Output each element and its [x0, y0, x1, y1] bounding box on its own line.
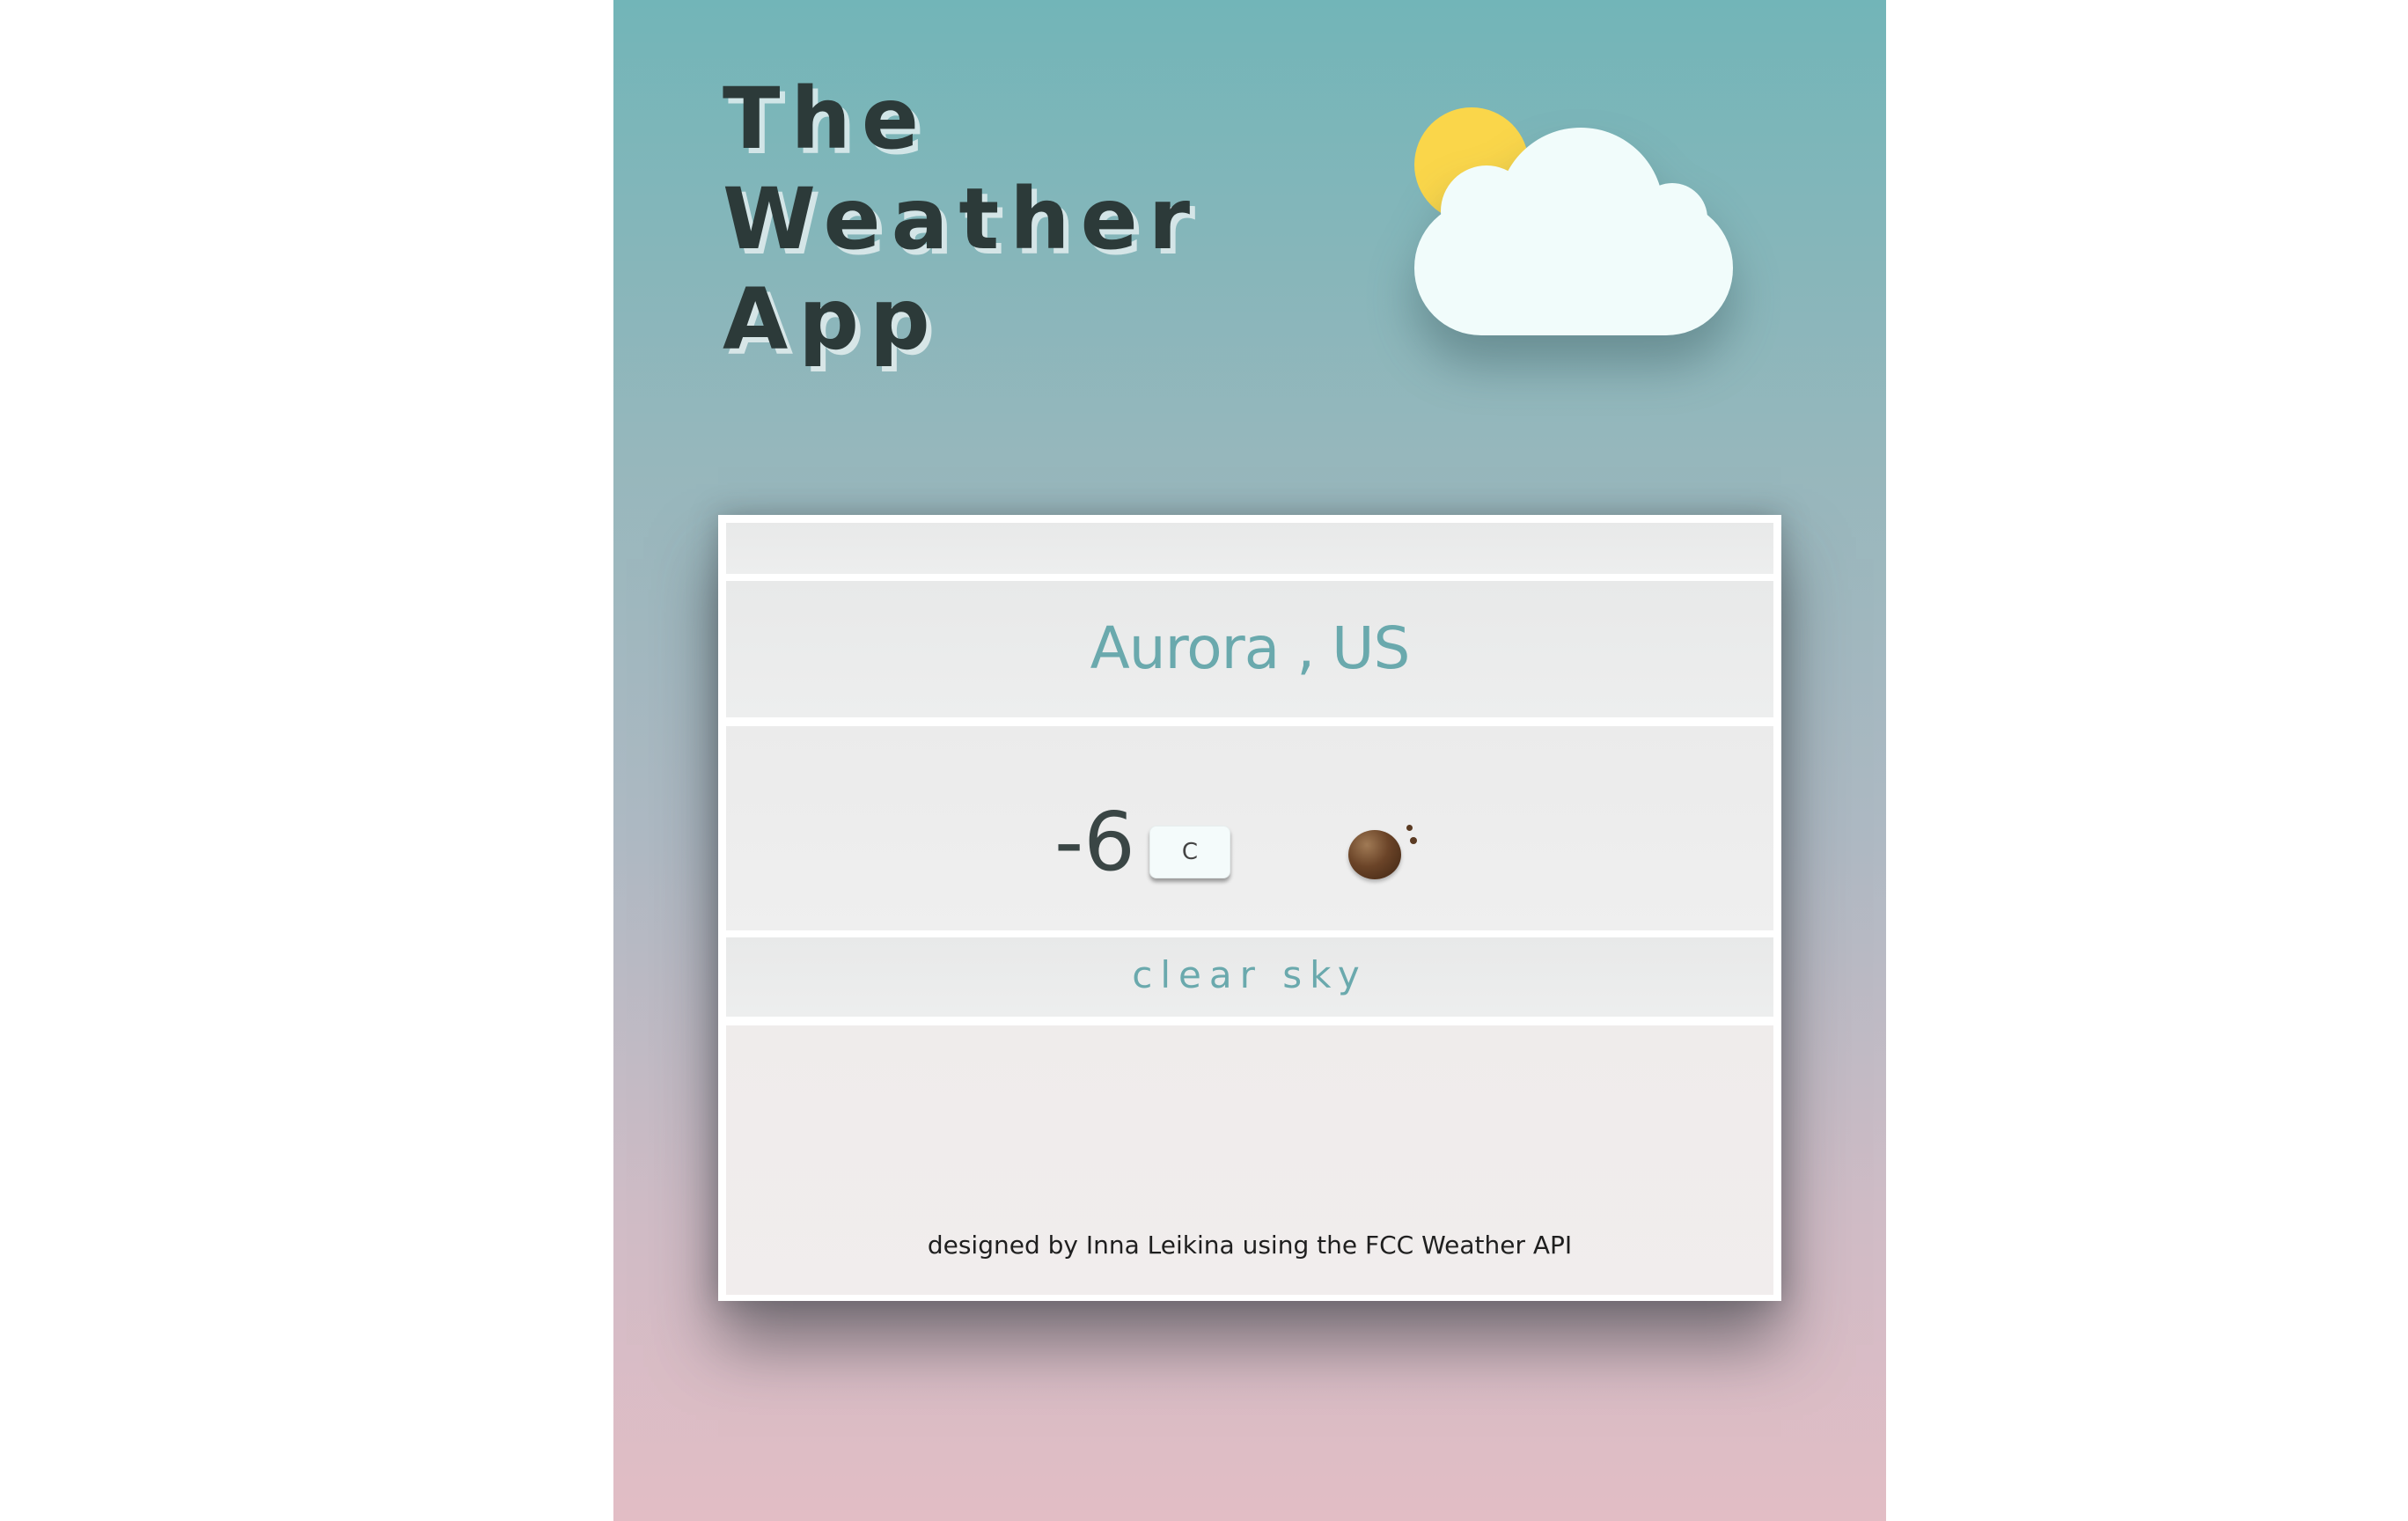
- weather-card: Aurora , US -6 C clear sky designed by I…: [718, 515, 1781, 1301]
- location-row: Aurora , US: [726, 581, 1773, 717]
- unit-toggle-button[interactable]: C: [1149, 826, 1230, 878]
- cloud-icon: [1414, 97, 1749, 361]
- app-background: The Weather App Aurora , US -6 C clear s…: [613, 0, 1886, 1521]
- description-row: clear sky: [726, 937, 1773, 1017]
- card-top-strip: [726, 523, 1773, 574]
- clear-sky-icon: [1348, 825, 1419, 881]
- app-title-line: The: [723, 70, 929, 168]
- footer-row: designed by Inna Leikina using the FCC W…: [726, 1025, 1773, 1295]
- weather-description: clear sky: [1132, 953, 1368, 996]
- app-title-line: Weather: [723, 170, 1201, 268]
- location-label: Aurora , US: [1090, 614, 1411, 682]
- app-title-line: App: [723, 270, 941, 369]
- sun-behind-cloud-icon: [1414, 97, 1749, 361]
- app-title: The Weather App: [723, 69, 1200, 370]
- credit-text: designed by Inna Leikina using the FCC W…: [927, 1231, 1573, 1260]
- temperature-row: -6 C: [726, 726, 1773, 930]
- temperature-value: -6: [1054, 795, 1135, 889]
